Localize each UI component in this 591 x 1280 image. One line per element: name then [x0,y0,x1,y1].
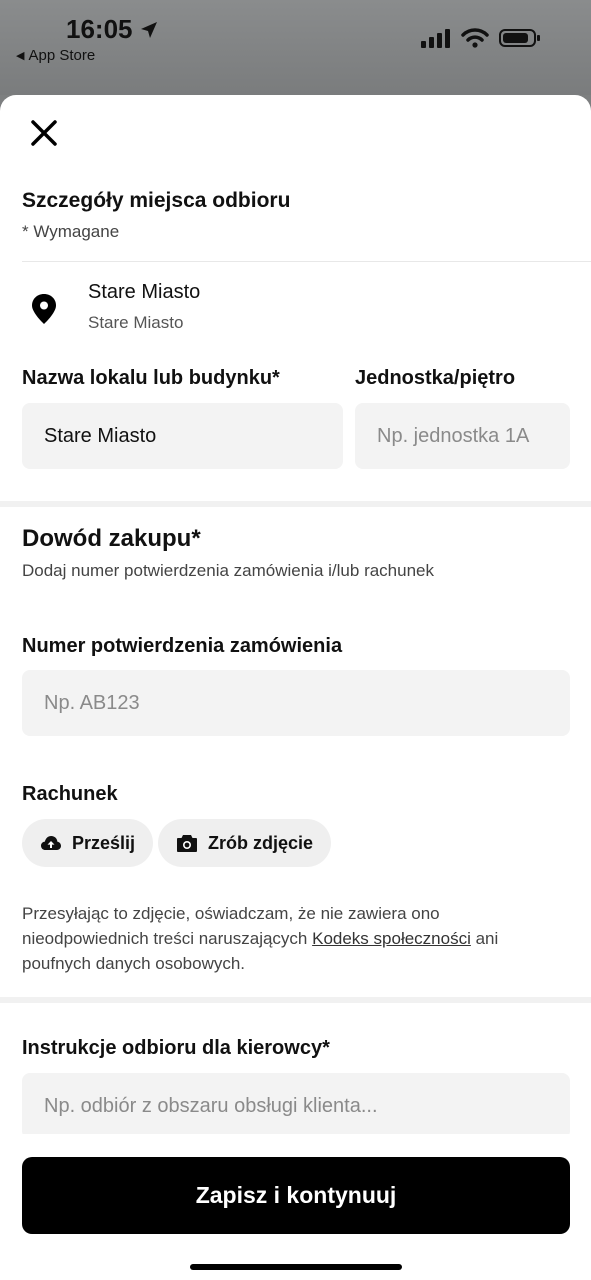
take-photo-button[interactable]: Zrób zdjęcie [158,819,332,867]
footer: Zapisz i kontynuuj [0,1134,591,1280]
home-indicator [190,1264,402,1270]
divider [22,261,591,262]
pickup-details-sheet: Szczegóły miejsca odbioru * Wymagane Sta… [0,95,591,1280]
upload-button[interactable]: Prześlij [22,819,154,867]
close-icon [31,120,57,146]
save-and-continue-button[interactable]: Zapisz i kontynuuj [22,1157,570,1234]
driver-instructions-input[interactable] [22,1073,570,1139]
battery-icon [499,29,540,47]
wifi-icon [461,28,489,48]
unit-floor-label: Jednostka/piętro [355,367,516,389]
status-time: 16:05 [66,14,159,45]
building-name-input[interactable] [22,403,343,469]
back-triangle-icon: ◀ [16,50,25,62]
location-subtitle: Stare Miasto [88,313,184,332]
location-pin-icon [32,294,56,324]
section-divider-2 [0,997,591,1003]
status-time-text: 16:05 [66,14,133,44]
cloud-upload-icon [41,836,61,850]
signal-icon [421,29,450,48]
take-photo-label: Zrób zdjęcie [208,832,314,853]
order-number-input[interactable] [22,670,570,736]
location-name: Stare Miasto [88,281,201,303]
back-app-store-label: App Store [28,47,96,64]
community-guidelines-link[interactable]: Kodeks społeczności [312,929,471,948]
status-icons [421,28,541,48]
building-name-label: Nazwa lokalu lub budynku* [22,367,280,389]
receipt-disclaimer: Przesyłając to zdjęcie, oświadczam, że n… [22,901,562,976]
section-divider [0,501,591,507]
camera-icon [177,834,197,852]
unit-floor-input[interactable] [355,403,570,469]
required-note: * Wymagane [22,222,120,241]
receipt-label: Rachunek [22,783,118,805]
back-to-app-store[interactable]: ◀ App Store [16,47,95,64]
proof-of-purchase-description: Dodaj numer potwierdzenia zamówienia i/l… [22,561,435,580]
close-button[interactable] [26,115,62,151]
proof-of-purchase-title: Dowód zakupu* [22,525,201,552]
upload-label: Prześlij [72,832,136,853]
page-title: Szczegóły miejsca odbioru [22,189,291,212]
order-number-label: Numer potwierdzenia zamówienia [22,635,343,657]
location-arrow-icon [140,21,157,38]
status-bar: 16:05 ◀ App Store [0,0,591,95]
driver-instructions-label: Instrukcje odbioru dla kierowcy* [22,1037,330,1059]
